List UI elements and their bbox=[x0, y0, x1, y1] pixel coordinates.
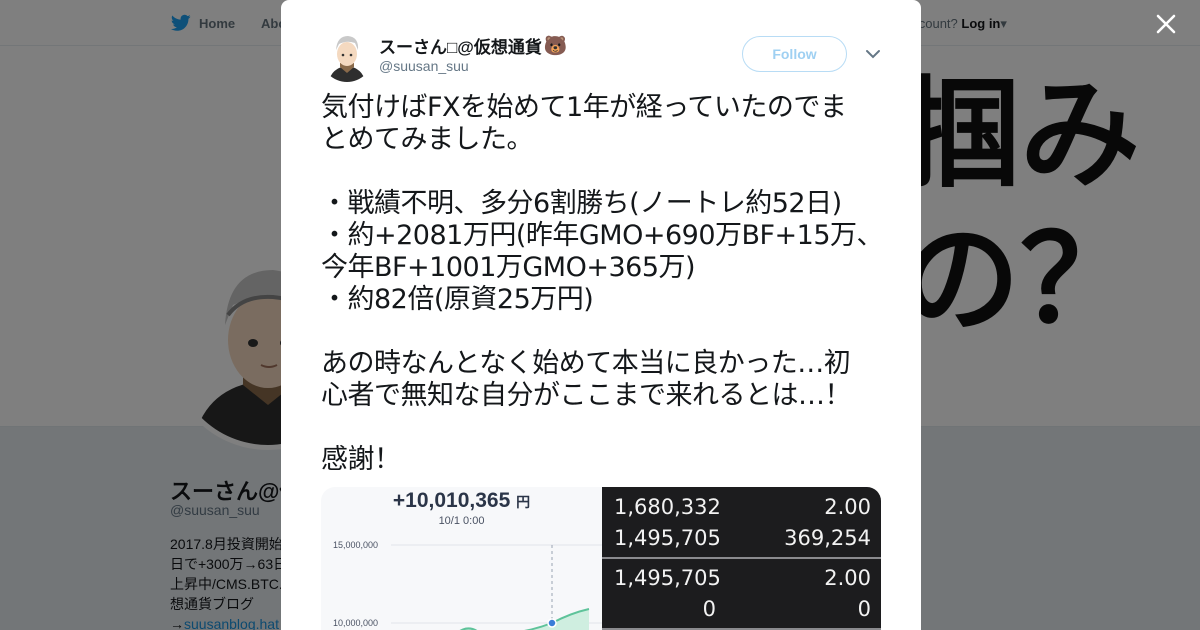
tweet-text-line: ・約82倍(原資25万円) bbox=[321, 284, 594, 315]
tweet-text-line bbox=[321, 412, 886, 444]
tweet-options-button[interactable] bbox=[862, 44, 884, 64]
tweet-text-line bbox=[321, 156, 886, 188]
tweet-author-name[interactable]: スーさん□@仮想通貨 🐻 bbox=[379, 33, 568, 58]
tweet-media[interactable]: +10,010,365 円 10/1 0:00 15,000,000 10,00… bbox=[321, 487, 881, 630]
author-name-text: スーさん□@仮想通貨 bbox=[379, 38, 542, 57]
follow-button[interactable]: Follow bbox=[742, 36, 847, 72]
table-divider bbox=[602, 557, 881, 559]
close-modal-button[interactable] bbox=[1152, 10, 1180, 38]
tweet-modal: スーさん□@仮想通貨 🐻 @suusan_suu Follow 気付けばFXを始… bbox=[281, 0, 921, 630]
tweet-text-line: 気付けばFXを始めて1年が経っていたのでま bbox=[321, 92, 847, 123]
tweet-text-line: 感謝！ bbox=[321, 444, 401, 475]
table-cell: 1,680,332 bbox=[614, 495, 721, 519]
tweet-text-line bbox=[321, 316, 886, 348]
tweet-text: 気付けばFXを始めて1年が経っていたのでま とめてみました。 ・戦績不明、多分6… bbox=[321, 92, 886, 476]
tweet-text-line: 心者で無知な自分がここまで来れるとは…！ bbox=[321, 380, 852, 411]
tweet-text-line: ・戦績不明、多分6割勝ち(ノートレ約52日) bbox=[321, 188, 842, 219]
tweet-text-line: とめてみました。 bbox=[321, 124, 534, 155]
tweet-author-handle[interactable]: @suusan_suu bbox=[379, 58, 469, 74]
table-cell: 369,254 bbox=[784, 526, 871, 550]
tweet-text-line: あの時なんとなく始めて本当に良かった…初 bbox=[321, 348, 851, 379]
tweet-text-line: 今年BF+1001万GMO+365万) bbox=[321, 252, 696, 283]
media-image-balance-table[interactable]: 1,680,332 2.00 1,495,705 369,254 1,495,7… bbox=[602, 487, 881, 630]
table-cell: 1,495,705 bbox=[614, 526, 721, 550]
table-cell: 0 bbox=[702, 597, 716, 621]
media-image-balance-chart[interactable]: +10,010,365 円 10/1 0:00 15,000,000 10,00… bbox=[321, 487, 602, 630]
chart-area bbox=[461, 609, 589, 630]
tweet-text-line: ・約+2081万円(昨年GMO+690万BF+15万、 bbox=[321, 220, 884, 251]
chart-point bbox=[547, 618, 557, 628]
table-cell: 0 bbox=[857, 597, 871, 621]
table-cell: 1,495,705 bbox=[614, 566, 721, 590]
table-cell: 2.00 bbox=[824, 495, 871, 519]
balance-line-chart bbox=[391, 544, 602, 630]
chevron-down-icon bbox=[866, 50, 880, 59]
tweet-author-avatar[interactable] bbox=[321, 30, 373, 82]
avatar-illustration-icon bbox=[321, 30, 373, 82]
bear-emoji-icon: 🐻 bbox=[543, 35, 568, 57]
table-cell: 2.00 bbox=[824, 566, 871, 590]
close-icon bbox=[1156, 14, 1176, 34]
